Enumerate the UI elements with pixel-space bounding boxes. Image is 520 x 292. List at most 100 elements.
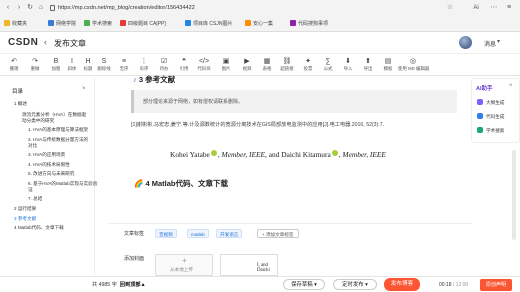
toolbar-button[interactable]: ⬆ 导出 [358, 57, 378, 75]
avatar[interactable] [459, 36, 472, 49]
toc-item[interactable]: 3 参考文献 [14, 215, 36, 222]
reference-item: [1]谢彬彬,马宏忠,姜宁.等.计及源数统计的宽源分离技术在GIS局部放电监测中… [131, 122, 385, 128]
chevron-down-icon: ▾ [365, 282, 368, 288]
toolbar-button[interactable]: ≡ 无序 [114, 57, 134, 75]
toolbar-label: 模板 [383, 66, 393, 71]
publish-button[interactable]: 发布博客 [384, 278, 420, 291]
toolbar-button[interactable]: ☑ 待办 [154, 57, 174, 75]
toolbar-button[interactable]: ▶ 视频 [237, 57, 257, 75]
tag-chip[interactable]: 音视频 [155, 229, 177, 238]
toc-item[interactable]: 2 运行结果 [14, 205, 36, 212]
toc-item[interactable]: 证 [28, 186, 33, 193]
close-icon[interactable]: × [82, 86, 86, 92]
toolbar-label: 删除线 [97, 66, 111, 71]
bookmark-item[interactable]: 项目库 CSJN图片 [185, 20, 232, 28]
toolbar-button[interactable]: S 删除线 [94, 57, 114, 75]
bookmark-item[interactable]: 学术搜索 [84, 20, 112, 28]
toolbar-button[interactable]: ∑ 公式 [318, 57, 338, 75]
toolbar-label: 投票 [303, 66, 313, 71]
editor-toolbar: ↶ 撤销 ↷ 重做 B 加粗 I 斜体 H 标题 S 删除线 ≡ 无序 ⋮ 有序 ☑ 待办 ❝ 引用 </> 代码块 ▣ 图片… [0, 55, 520, 76]
bookmark-label: 代码搜狗事项 [298, 21, 329, 27]
toc-item[interactable]: 动分类中的研究 [22, 117, 54, 124]
star-icon[interactable]: ☆ [446, 4, 454, 12]
bookmark-item[interactable]: 网络学院 [48, 20, 76, 28]
toolbar-icon: ⬆ [365, 58, 371, 65]
ai-tool-item[interactable]: 代码生成 [477, 113, 504, 120]
bookmark-item[interactable]: 四级题目 CA[PP] [120, 20, 166, 28]
toolbar-button[interactable]: ▦ 表格 [257, 57, 277, 75]
bookmark-label: 项目库 CSJN图片 [193, 21, 233, 27]
menu-icon[interactable]: ≡ [505, 4, 513, 12]
home-icon[interactable]: ⌂ [37, 4, 45, 12]
toc-item[interactable]: 3. HVA的应用场景 [28, 151, 65, 158]
toolbar-icon: ❝ [182, 58, 186, 65]
schedule-publish-button[interactable]: 定时发布 ▾ [333, 279, 377, 290]
chevron-down-icon[interactable]: ▾ [497, 38, 500, 45]
toolbar-button[interactable]: ◎ 使用 MD 编辑器 [398, 57, 429, 75]
toc-item[interactable]: 对比 [28, 142, 37, 149]
heading-text: 4 Matlab代码、文章下载 [145, 179, 228, 188]
toc-item[interactable]: 6. 基于HVA的Matlab实现与实验验 [28, 180, 97, 187]
bookmark-item[interactable]: 收藏夹 [4, 20, 27, 28]
toc-item[interactable]: 7. 总结 [28, 195, 42, 202]
toolbar-icon: ⋮ [140, 58, 148, 65]
toolbar-button[interactable]: </> 代码块 [194, 57, 214, 75]
save-draft-button[interactable]: 保存草稿 ▾ [283, 279, 325, 290]
ai-tool-label: 学术搜索 [486, 128, 505, 133]
back-icon[interactable]: ‹ [4, 4, 12, 12]
reload-icon[interactable]: ↻ [26, 4, 34, 12]
forward-icon[interactable]: › [15, 4, 23, 12]
chevron-left-icon[interactable]: ‹ [44, 37, 47, 47]
toolbar-button[interactable]: ⛓ 超链接 [277, 57, 297, 75]
author-name: , and Daichi Kitamura [265, 150, 331, 159]
toc-item[interactable]: 1. HVA的基本原理与算法框架 [28, 126, 88, 133]
declare-button[interactable]: 原创声明 [480, 279, 512, 291]
tag-chip[interactable]: matlab [187, 229, 209, 238]
toolbar-label: 导入 [343, 66, 353, 71]
bookmarks-bar: 收藏夹 网络学院 学术搜索 四级题目 CA[PP] 项目库 CSJN图片 安心一集 代码搜狗… [0, 17, 520, 30]
toolbar-button[interactable]: ❝ 引用 [174, 57, 194, 75]
back-to-top-link[interactable]: 回到顶部▲ [120, 282, 146, 288]
toc-item[interactable]: 5. 改进方向与未来研究 [28, 170, 74, 177]
author-role: Member, IEEE [342, 150, 386, 159]
toolbar-button[interactable]: ↶ 撤销 [4, 57, 24, 75]
toc-item[interactable]: 1 概述 [14, 100, 27, 107]
toolbar-button[interactable]: ▤ 模板 [378, 57, 398, 75]
cover-thumbnail[interactable]: I, and Daichi [220, 254, 278, 276]
toolbar-icon: ↷ [32, 58, 38, 65]
toolbar-button[interactable]: ⬇ 导入 [338, 57, 358, 75]
toc-title: 目录 [12, 89, 24, 95]
timer: 00:18 / 12:00 [439, 282, 468, 288]
tag-chip[interactable]: 开发语言 [216, 229, 243, 238]
toc-item[interactable]: 4. HVA的技术局限性 [28, 161, 70, 168]
toolbar-icon: ↶ [11, 58, 17, 65]
count-value: 4985 [98, 282, 111, 288]
toolbar-icon: ◎ [409, 58, 417, 65]
count-suffix: 字 [111, 282, 117, 288]
csdn-logo[interactable]: CSDN [8, 37, 38, 48]
page-title: 发布文章 [54, 39, 86, 48]
lock-icon [50, 5, 55, 11]
toolbar-label: 待办 [159, 66, 169, 71]
toolbar-button[interactable]: ▣ 图片 [216, 57, 236, 75]
add-tag-button[interactable]: + 添加文章标签 [257, 229, 299, 238]
ai-tool-item[interactable]: 大纲生成 [477, 99, 504, 106]
toc-item[interactable]: 4 Matlab代码、文章下载 [14, 224, 64, 231]
toolbar-button[interactable]: ⋮ 有序 [134, 57, 154, 75]
toolbar-button[interactable]: ↷ 重做 [25, 57, 45, 75]
ai-icon[interactable]: Ai [470, 4, 482, 12]
ai-tool-item[interactable]: 学术搜索 [477, 127, 504, 134]
bookmark-item[interactable]: 安心一集 [245, 20, 273, 28]
message-link[interactable]: 消息 [484, 39, 496, 48]
close-icon[interactable]: × [509, 83, 513, 89]
bookmark-icon [120, 20, 126, 26]
bookmark-item[interactable]: 代码搜狗事项 [290, 20, 328, 28]
extensions-icon[interactable]: ⋯ [490, 4, 498, 12]
url-field[interactable]: https://mp.csdn.net/mp_blog/creation/edi… [58, 3, 438, 14]
scrollbar[interactable] [512, 150, 516, 240]
toolbar-label: 引用 [179, 66, 189, 71]
save-draft-label: 保存草稿 [291, 282, 313, 288]
toolbar-label: 图片 [221, 66, 231, 71]
toolbar-button[interactable]: ✦ 投票 [298, 57, 318, 75]
toolbar-icon: </> [198, 58, 210, 65]
